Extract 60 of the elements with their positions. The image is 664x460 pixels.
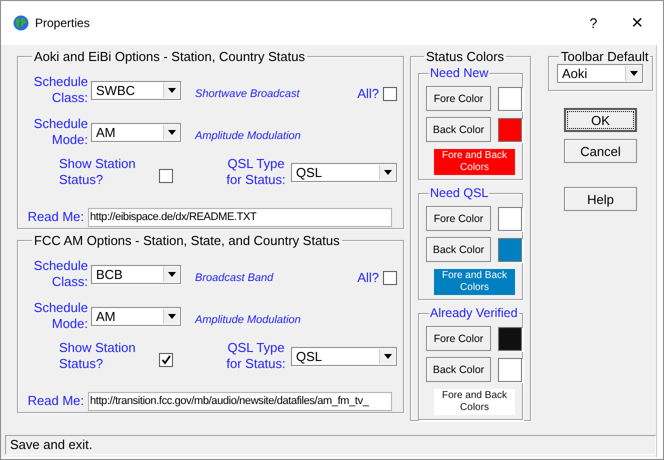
- read-me-field[interactable]: http://transition.fcc.gov/mb/audio/newsite/datafiles/am_fm_tv_: [88, 392, 392, 410]
- color-preview: Fore and Back Colors: [434, 269, 515, 295]
- back-color-button[interactable]: Back Color: [426, 237, 491, 262]
- category-title: Need QSL: [429, 186, 490, 200]
- schedule-mode-label: Schedule Mode:: [32, 116, 88, 148]
- dropdown-arrow-icon: [630, 71, 638, 76]
- schedule-class-dropdown[interactable]: SWBC: [91, 80, 181, 100]
- fore-color-button[interactable]: Fore Color: [426, 86, 491, 111]
- checkbox[interactable]: [383, 87, 397, 101]
- back-color-button[interactable]: Back Color: [426, 357, 491, 382]
- read-me-field[interactable]: http://eibispace.de/dx/README.TXT: [88, 208, 392, 226]
- qsl-type-dropdown[interactable]: QSL: [291, 346, 397, 366]
- schedule-class-label: Schedule Class:: [32, 258, 88, 290]
- color-preview: Fore and Back Colors: [434, 389, 515, 415]
- read-me-label: Read Me:: [26, 393, 84, 409]
- show-station-label: Show Station Status?: [59, 156, 137, 188]
- all-label: All?: [357, 85, 379, 102]
- category-title: Already Verified: [429, 306, 519, 320]
- dropdown-arrow-icon: [168, 130, 176, 134]
- group-title: Aoki and EiBi Options - Station, Country Status: [33, 49, 306, 64]
- class-description: Broadcast Band: [195, 271, 274, 284]
- group-title: Toolbar Default: [560, 49, 650, 64]
- group-title: Status Colors: [425, 49, 506, 64]
- schedule-mode-dropdown[interactable]: AM: [91, 122, 181, 142]
- category-title: Need New: [429, 66, 490, 80]
- close-button[interactable]: ×: [631, 12, 643, 34]
- help-button[interactable]: ?: [590, 15, 598, 31]
- class-description: Shortwave Broadcast: [195, 87, 301, 100]
- dialog-button[interactable]: Help: [564, 187, 637, 211]
- dialog-button[interactable]: Cancel: [564, 139, 637, 163]
- dialog-button[interactable]: OK: [564, 108, 637, 132]
- qsl-type-label: QSL Type for Status:: [225, 156, 287, 188]
- mode-description: Amplitude Modulation: [195, 313, 302, 326]
- dropdown-arrow-icon: [168, 314, 176, 318]
- mode-description: Amplitude Modulation: [195, 129, 302, 142]
- all-label: All?: [357, 269, 379, 286]
- qsl-type-label: QSL Type for Status:: [225, 340, 287, 372]
- back-color-button[interactable]: Back Color: [426, 117, 491, 142]
- dropdown-arrow-icon: [384, 354, 392, 358]
- checkbox[interactable]: [159, 353, 173, 367]
- checkbox[interactable]: [383, 271, 397, 285]
- status-bar: Save and exit.: [5, 435, 656, 455]
- dropdown-arrow-icon: [168, 88, 176, 92]
- group-title: FCC AM Options - Station, State, and Country Status: [33, 233, 341, 248]
- toolbar-default-dropdown[interactable]: Aoki: [557, 64, 643, 83]
- fore-color-button[interactable]: Fore Color: [426, 206, 491, 231]
- schedule-class-label: Schedule Class:: [32, 74, 88, 106]
- checkbox[interactable]: [159, 169, 173, 183]
- schedule-class-dropdown[interactable]: BCB: [91, 264, 181, 284]
- show-station-label: Show Station Status?: [59, 340, 137, 372]
- color-preview: Fore and Back Colors: [434, 149, 515, 175]
- schedule-mode-label: Schedule Mode:: [32, 300, 88, 332]
- dropdown-arrow-icon: [168, 272, 176, 276]
- dropdown-arrow-icon: [384, 170, 392, 174]
- globe-icon: [13, 15, 29, 31]
- schedule-mode-dropdown[interactable]: AM: [91, 306, 181, 326]
- fore-color-button[interactable]: Fore Color: [426, 326, 491, 351]
- window-title: Properties: [35, 16, 91, 30]
- qsl-type-dropdown[interactable]: QSL: [291, 162, 397, 182]
- read-me-label: Read Me:: [26, 209, 84, 225]
